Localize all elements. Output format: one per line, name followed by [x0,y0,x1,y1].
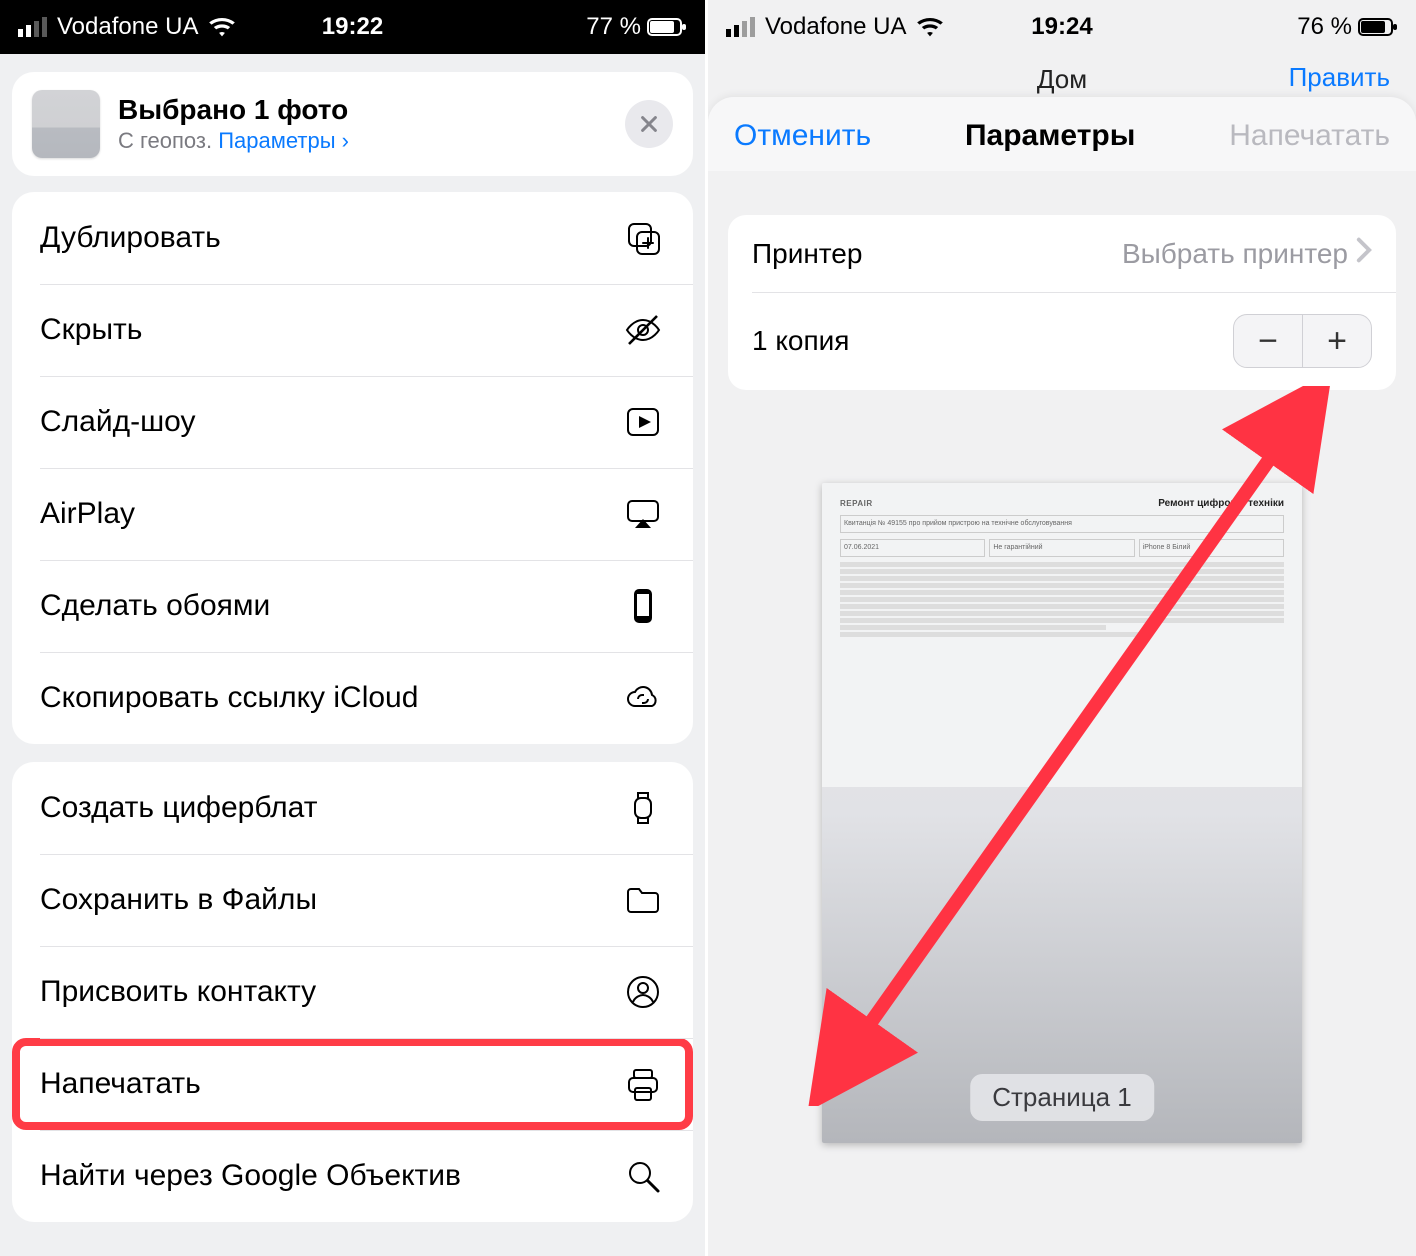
action-wallpaper[interactable]: Сделать обоями [12,560,693,652]
duplicate-icon [621,216,665,260]
contact-icon [621,970,665,1014]
carrier-label: Vodafone UA [765,13,906,41]
action-hide[interactable]: Скрыть [12,284,693,376]
copies-row: 1 копия − + [728,292,1396,390]
action-icloud-link[interactable]: Скопировать ссылку iCloud [12,652,693,744]
page-thumbnail[interactable]: REPAIR Ремонт цифрової техніки Квитанція… [822,483,1302,1143]
action-label: Скрыть [40,313,142,347]
battery-icon [647,17,687,37]
document-content: REPAIR Ремонт цифрової техніки Квитанція… [822,483,1302,787]
watch-icon [621,786,665,830]
actions-group-1: Дублировать Скрыть Слайд-шоу AirPlay Сде… [12,192,693,744]
printer-label: Принтер [752,238,862,270]
sheet-navbar: Отменить Параметры Напечатать [708,97,1416,171]
battery-percent: 76 % [1297,13,1352,41]
battery-icon [1358,17,1398,37]
wifi-icon [208,16,236,38]
action-save-files[interactable]: Сохранить в Файлы [12,854,693,946]
share-title: Выбрано 1 фото [118,94,607,126]
airplay-icon [621,492,665,536]
wifi-icon [916,16,944,38]
action-google-lens[interactable]: Найти через Google Объектив [12,1130,693,1222]
chevron-right-icon [1356,237,1372,270]
copies-stepper: − + [1233,314,1372,368]
battery-percent: 77 % [586,13,641,41]
copies-increment[interactable]: + [1303,315,1371,367]
actions-group-2: Создать циферблат Сохранить в Файлы Прис… [12,762,693,1222]
action-label: Присвоить контакту [40,975,316,1009]
search-icon [621,1154,665,1198]
selected-photo-thumb [32,90,100,158]
printer-value: Выбрать принтер [1122,238,1348,270]
status-bar: Vodafone UA 19:22 77 % [0,0,705,54]
print-settings: Принтер Выбрать принтер 1 копия − + [728,215,1396,390]
close-icon [638,113,660,135]
action-print[interactable]: Напечатать [12,1038,693,1130]
clock: 19:24 [1031,13,1092,41]
action-label: Дублировать [40,221,221,255]
cloud-link-icon [621,676,665,720]
action-label: Создать циферблат [40,791,317,825]
action-label: AirPlay [40,497,135,531]
folder-icon [621,878,665,922]
copies-label: 1 копия [752,325,849,357]
play-icon [621,400,665,444]
carrier-label: Vodafone UA [57,13,198,41]
print-sheet: Отменить Параметры Напечатать Принтер Вы… [708,97,1416,1256]
cancel-button[interactable]: Отменить [734,119,871,153]
action-duplicate[interactable]: Дублировать [12,192,693,284]
signal-icon [18,17,47,37]
print-preview[interactable]: REPAIR Ремонт цифрової техніки Квитанція… [708,390,1416,1256]
status-bar: Vodafone UA 19:24 76 % [708,0,1416,54]
share-options-link[interactable]: Параметры › [218,128,349,153]
close-button[interactable] [625,100,673,148]
printer-row[interactable]: Принтер Выбрать принтер [728,215,1396,292]
action-airplay[interactable]: AirPlay [12,468,693,560]
action-label: Сделать обоями [40,589,270,623]
right-screenshot: Vodafone UA 19:24 76 % Дом Править Отме [708,0,1416,1256]
clock: 19:22 [322,13,383,41]
printer-icon [621,1062,665,1106]
phone-icon [621,584,665,628]
action-label: Скопировать ссылку iCloud [40,681,418,715]
signal-icon [726,17,755,37]
page-number-badge: Страница 1 [970,1074,1154,1121]
action-slideshow[interactable]: Слайд-шоу [12,376,693,468]
action-assign-contact[interactable]: Присвоить контакту [12,946,693,1038]
action-watchface[interactable]: Создать циферблат [12,762,693,854]
copies-decrement[interactable]: − [1234,315,1302,367]
left-screenshot: Vodafone UA 19:22 77 % Выбрано 1 фото [0,0,708,1256]
share-header: Выбрано 1 фото С геопоз. Параметры › [12,72,693,176]
action-label: Напечатать [40,1067,201,1101]
hide-icon [621,308,665,352]
sheet-title: Параметры [965,119,1135,153]
action-label: Найти через Google Объектив [40,1159,461,1193]
background-edit-link: Править [1289,62,1390,93]
share-subtitle: С геопоз. Параметры › [118,128,607,154]
action-label: Слайд-шоу [40,405,196,439]
background-screen-title: Дом Править [708,54,1416,97]
print-button[interactable]: Напечатать [1229,119,1390,153]
action-label: Сохранить в Файлы [40,883,317,917]
